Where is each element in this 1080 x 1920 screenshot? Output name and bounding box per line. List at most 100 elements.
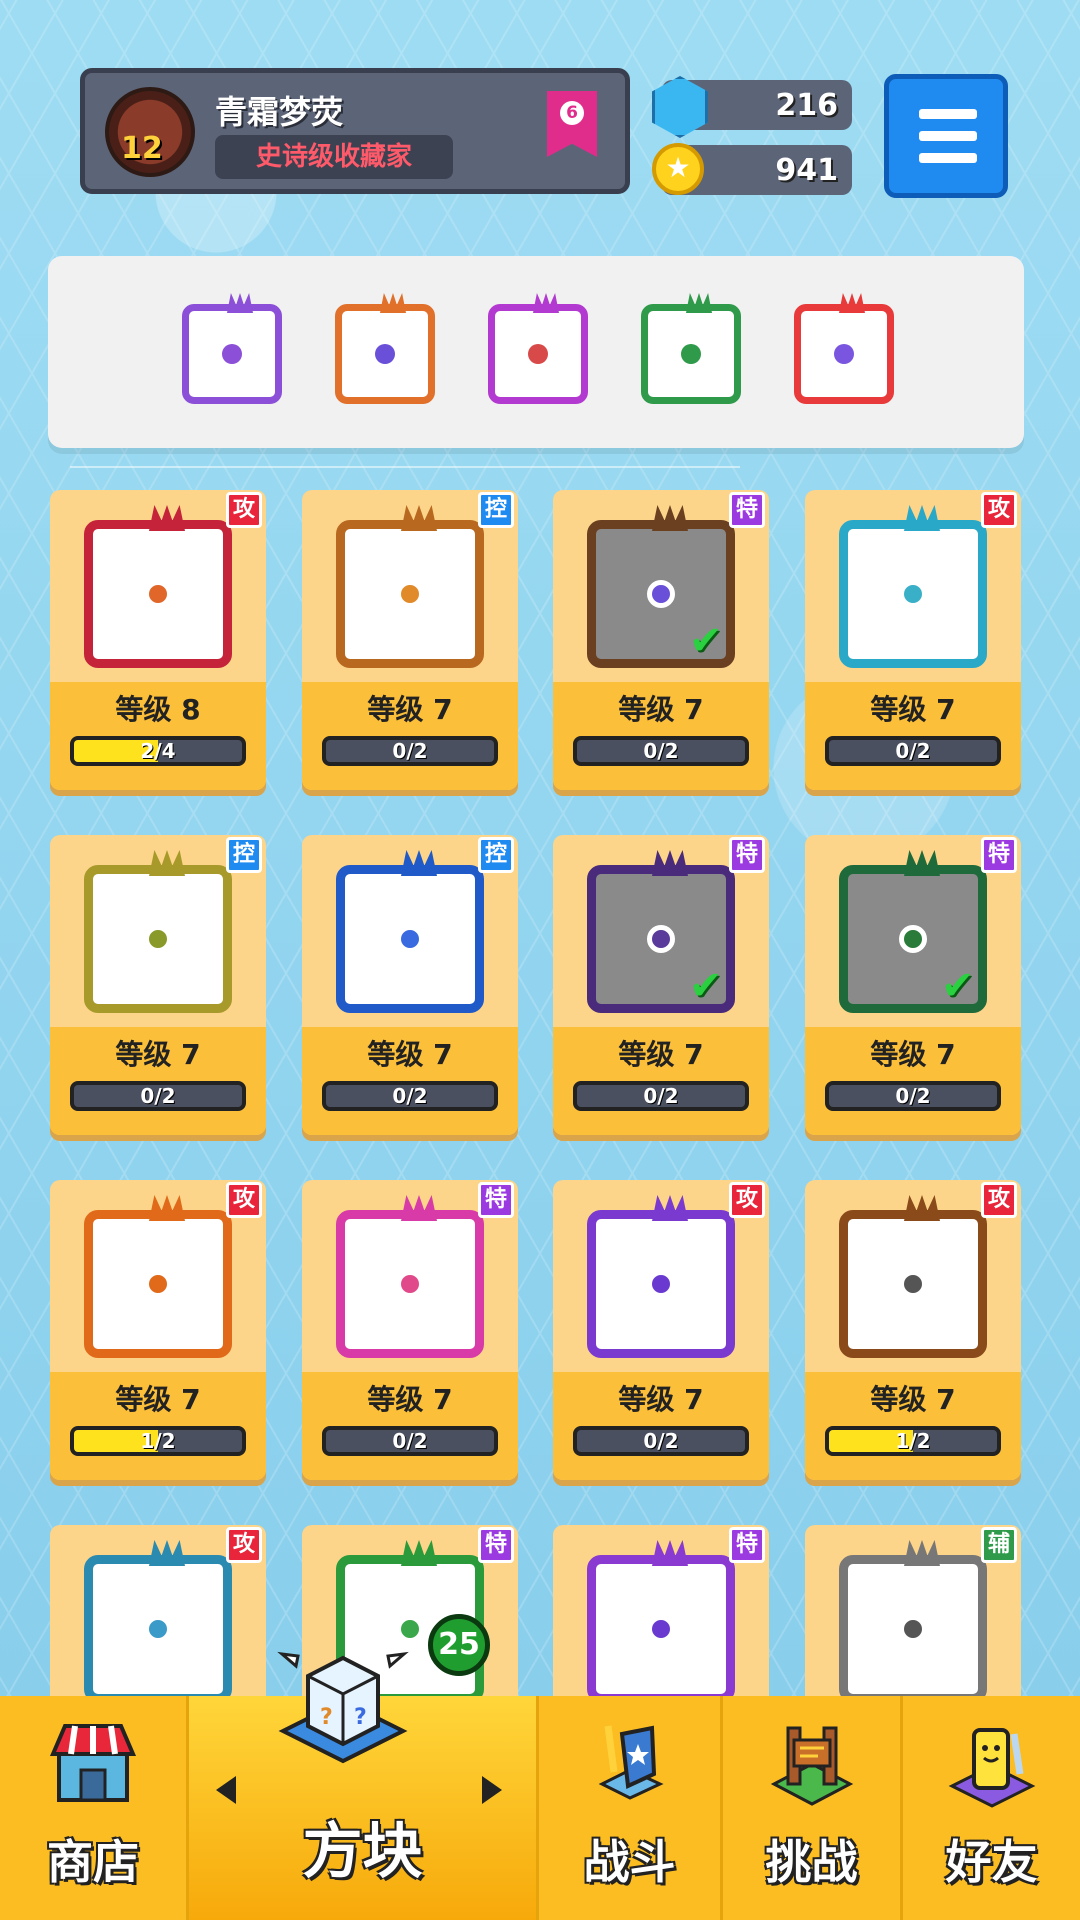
dragon-crown-icon <box>652 1195 688 1221</box>
dice-level: 等级 7 <box>115 1383 201 1416</box>
nav-dice[interactable]: ? ? 方块 <box>186 1651 536 1920</box>
menu-icon-line <box>919 109 977 119</box>
dice-art <box>84 850 232 1013</box>
svg-text:?: ? <box>320 1705 333 1730</box>
dice-level: 等级 7 <box>115 1038 201 1071</box>
upgrade-progress-bar: 0/2 <box>573 1081 749 1111</box>
nav-prev-arrow-icon[interactable] <box>216 1776 236 1804</box>
dice-type-tag: 特 <box>478 1182 514 1218</box>
svg-text:?: ? <box>354 1705 367 1730</box>
nav-next-arrow-icon[interactable] <box>482 1776 502 1804</box>
upgrade-progress-bar: 0/2 <box>825 1081 1001 1111</box>
dice-pip <box>647 925 675 953</box>
deck-slot-dice[interactable] <box>335 293 435 404</box>
dice-type-tag: 攻 <box>226 1182 262 1218</box>
battle-icon <box>582 1714 678 1810</box>
menu-button[interactable] <box>884 74 1008 198</box>
gem-counter[interactable]: 216 <box>652 76 852 138</box>
dice-art <box>587 1195 735 1358</box>
progress-text: 0/2 <box>895 1084 931 1108</box>
bottom-navigation: 商店 ? ? 方块 战斗 挑战 好友 <box>0 1651 1080 1920</box>
dice-card[interactable]: 攻等级 7 1/2 <box>50 1180 266 1480</box>
dice-art <box>839 1195 987 1358</box>
dice-level: 等级 7 <box>618 1383 704 1416</box>
challenge-icon <box>764 1714 860 1810</box>
progress-text: 1/2 <box>895 1429 931 1453</box>
dice-card[interactable]: 辅 <box>805 1525 1021 1715</box>
dice-pip <box>528 344 548 364</box>
player-title: 史诗级收藏家 <box>215 135 453 179</box>
progress-text: 0/2 <box>392 1084 428 1108</box>
dragon-crown-icon <box>149 1195 185 1221</box>
dragon-crown-icon <box>149 1540 185 1566</box>
dice-type-tag: 特 <box>729 492 765 528</box>
dice-card[interactable]: 特等级 7 0/2 <box>302 1180 518 1480</box>
nav-friends-label: 好友 <box>945 1835 1038 1889</box>
dice-pip <box>144 580 172 608</box>
gold-counter[interactable]: ★ 941 <box>652 143 852 195</box>
player-level-badge: 12 <box>121 131 163 166</box>
dice-card[interactable]: 特 <box>553 1525 769 1715</box>
progress-text: 2/4 <box>140 739 176 763</box>
dice-pip <box>899 580 927 608</box>
upgrade-progress-bar: 0/2 <box>573 736 749 766</box>
upgrade-progress-bar: 0/2 <box>322 1081 498 1111</box>
deck-slot-dice[interactable] <box>641 293 741 404</box>
upgrade-progress-bar: 2/4 <box>70 736 246 766</box>
deck-slot-dice[interactable] <box>794 293 894 404</box>
dice-card[interactable]: 特 ✔ 等级 7 0/2 <box>553 490 769 790</box>
progress-text: 0/2 <box>895 739 931 763</box>
nav-friends[interactable]: 好友 <box>900 1696 1080 1920</box>
rank-ribbon-icon[interactable]: 6 <box>547 91 597 157</box>
dragon-crown-icon <box>904 505 940 531</box>
dragon-crown-icon <box>401 850 437 876</box>
player-avatar[interactable]: 12 <box>105 87 195 177</box>
dice-card[interactable]: 攻等级 7 0/2 <box>805 490 1021 790</box>
gold-coin-icon: ★ <box>652 143 704 195</box>
dice-pip <box>647 1270 675 1298</box>
dice-level: 等级 7 <box>367 1038 453 1071</box>
dice-card[interactable]: 特 ✔ 等级 7 0/2 <box>805 835 1021 1135</box>
dice-card[interactable]: 攻等级 7 1/2 <box>805 1180 1021 1480</box>
dice-card[interactable]: 攻 <box>50 1525 266 1715</box>
dice-type-tag: 攻 <box>981 492 1017 528</box>
nav-challenge[interactable]: 挑战 <box>720 1696 900 1920</box>
dice-type-tag: 辅 <box>981 1527 1017 1563</box>
dice-pip <box>834 344 854 364</box>
deck-slot-dice[interactable] <box>488 293 588 404</box>
dice-deck-panel <box>48 256 1024 448</box>
dice-card[interactable]: 特 ✔ 等级 7 0/2 <box>553 835 769 1135</box>
divider <box>70 466 740 468</box>
dice-art <box>84 505 232 668</box>
gold-count: 941 <box>775 153 838 188</box>
upgrade-progress-bar: 0/2 <box>322 736 498 766</box>
dice-card[interactable]: 攻等级 8 2/4 <box>50 490 266 790</box>
dragon-crown-icon <box>149 505 185 531</box>
shop-icon <box>45 1714 141 1810</box>
dragon-crown-icon <box>652 1540 688 1566</box>
dice-art <box>587 1540 735 1703</box>
dice-art <box>839 505 987 668</box>
progress-text: 0/2 <box>392 739 428 763</box>
dice-art <box>84 1540 232 1703</box>
dice-card[interactable]: 控等级 7 0/2 <box>50 835 266 1135</box>
dice-card[interactable]: 攻等级 7 0/2 <box>553 1180 769 1480</box>
gem-count: 216 <box>775 88 838 123</box>
dice-pip <box>899 925 927 953</box>
dice-level: 等级 8 <box>115 693 201 726</box>
deck-slot-dice[interactable] <box>182 293 282 404</box>
dice-art <box>839 1540 987 1703</box>
dice-pip <box>396 925 424 953</box>
dice-type-tag: 攻 <box>981 1182 1017 1218</box>
nav-battle[interactable]: 战斗 <box>536 1696 720 1920</box>
dice-card[interactable]: 控等级 7 0/2 <box>302 490 518 790</box>
dragon-crown-icon <box>401 505 437 531</box>
progress-text: 1/2 <box>140 1429 176 1453</box>
progress-text: 0/2 <box>643 1429 679 1453</box>
dice-level: 等级 7 <box>618 1038 704 1071</box>
dice-card[interactable]: 控等级 7 0/2 <box>302 835 518 1135</box>
progress-text: 0/2 <box>643 1084 679 1108</box>
menu-icon-line <box>919 153 977 163</box>
player-profile-panel[interactable]: 12 青霜梦荧 史诗级收藏家 6 <box>80 68 630 194</box>
nav-shop[interactable]: 商店 <box>0 1696 186 1920</box>
